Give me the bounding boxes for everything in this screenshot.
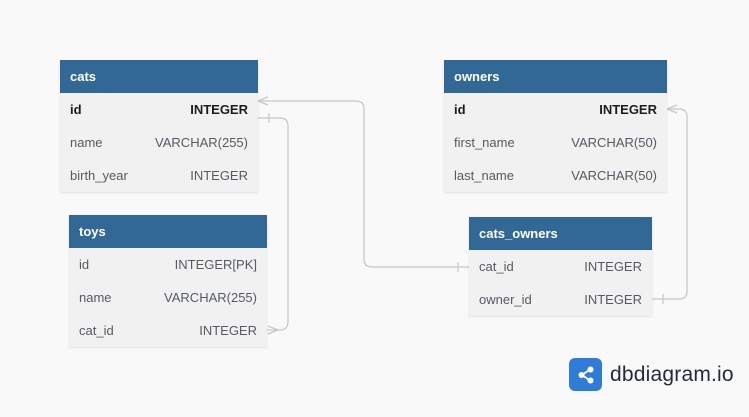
table-row[interactable]: id INTEGER[PK] <box>69 248 267 281</box>
table-row[interactable]: name VARCHAR(255) <box>69 281 267 314</box>
diagram-canvas[interactable]: cats id INTEGER name VARCHAR(255) birth_… <box>0 0 749 417</box>
field-name: owner_id <box>479 292 532 307</box>
table-toys[interactable]: toys id INTEGER[PK] name VARCHAR(255) ca… <box>69 215 267 347</box>
connector-cats-id-to-cats-owners-cat-id <box>258 100 469 268</box>
field-name: id <box>70 102 82 117</box>
field-type: INTEGER <box>190 102 248 117</box>
field-name: name <box>79 290 112 305</box>
field-type: VARCHAR(255) <box>164 290 257 305</box>
table-row[interactable]: owner_id INTEGER <box>469 283 652 316</box>
table-row[interactable]: cat_id INTEGER <box>469 250 652 283</box>
table-row[interactable]: first_name VARCHAR(50) <box>444 126 667 159</box>
crowfoot-mark <box>666 104 678 114</box>
table-cats-owners[interactable]: cats_owners cat_id INTEGER owner_id INTE… <box>469 217 652 316</box>
brand-name: dbdiagram.io <box>610 362 734 386</box>
table-owners[interactable]: owners id INTEGER first_name VARCHAR(50)… <box>444 60 667 192</box>
field-name: last_name <box>454 168 514 183</box>
field-name: id <box>79 257 90 272</box>
table-row[interactable]: last_name VARCHAR(50) <box>444 159 667 192</box>
crowfoot-mark <box>267 325 279 335</box>
field-type: INTEGER <box>599 102 657 117</box>
field-type: VARCHAR(50) <box>571 135 657 150</box>
table-row[interactable]: name VARCHAR(255) <box>60 126 258 159</box>
table-row[interactable]: birth_year INTEGER <box>60 159 258 192</box>
table-header[interactable]: cats <box>60 60 258 93</box>
field-name: birth_year <box>70 168 128 183</box>
share-nodes-icon <box>569 358 602 391</box>
field-name: id <box>454 102 466 117</box>
brand-logo[interactable]: dbdiagram.io <box>569 358 734 391</box>
crowfoot-mark <box>257 96 269 106</box>
field-name: first_name <box>454 135 515 150</box>
table-row[interactable]: cat_id INTEGER <box>69 314 267 347</box>
table-header[interactable]: toys <box>69 215 267 248</box>
table-header[interactable]: cats_owners <box>469 217 652 250</box>
field-name: name <box>70 135 103 150</box>
field-type: INTEGER <box>584 259 642 274</box>
field-type: INTEGER <box>584 292 642 307</box>
field-type: INTEGER <box>190 168 248 183</box>
table-header[interactable]: owners <box>444 60 667 93</box>
field-name: cat_id <box>79 323 114 338</box>
field-type: VARCHAR(50) <box>571 168 657 183</box>
table-row[interactable]: id INTEGER <box>60 93 258 126</box>
field-type: INTEGER <box>199 323 257 338</box>
table-cats[interactable]: cats id INTEGER name VARCHAR(255) birth_… <box>60 60 258 192</box>
field-name: cat_id <box>479 259 514 274</box>
table-row[interactable]: id INTEGER <box>444 93 667 126</box>
field-type: INTEGER[PK] <box>174 257 257 272</box>
field-type: VARCHAR(255) <box>155 135 248 150</box>
